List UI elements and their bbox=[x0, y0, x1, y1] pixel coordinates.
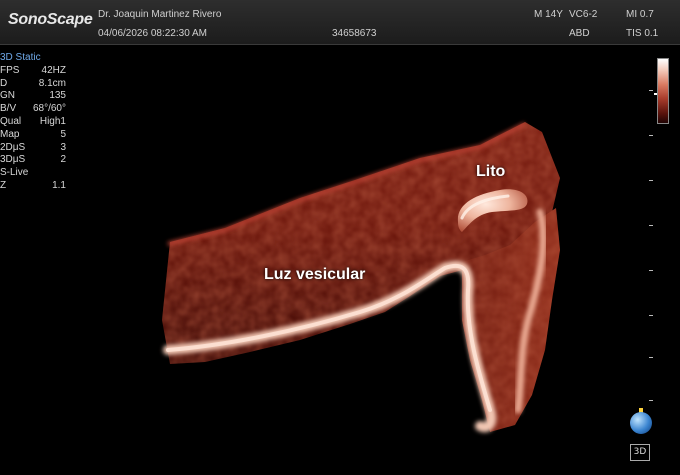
patient-id: 34658673 bbox=[332, 28, 377, 39]
brand-logo: SonoScape bbox=[8, 11, 93, 28]
patient-info: M 14Y bbox=[534, 9, 563, 20]
physician-name: Dr. Joaquin Martinez Rivero bbox=[98, 9, 222, 20]
stone-label: Lito bbox=[476, 163, 506, 180]
lumen-label: Luz vesicular bbox=[264, 266, 366, 283]
exam-preset: ABD bbox=[569, 28, 590, 39]
ultrasound-3d-render bbox=[162, 122, 560, 433]
exam-datetime: 04/06/2026 08:22:30 AM bbox=[98, 28, 207, 39]
header-bar: SonoScape Dr. Joaquin Martinez Rivero 04… bbox=[0, 0, 680, 45]
probe-name: VC6-2 bbox=[569, 9, 598, 20]
mechanical-index: MI 0.7 bbox=[626, 9, 654, 20]
view-3d-button[interactable]: 3D bbox=[630, 444, 650, 461]
orientation-globe-icon[interactable] bbox=[630, 412, 652, 434]
thermal-index: TIS 0.1 bbox=[626, 28, 659, 39]
